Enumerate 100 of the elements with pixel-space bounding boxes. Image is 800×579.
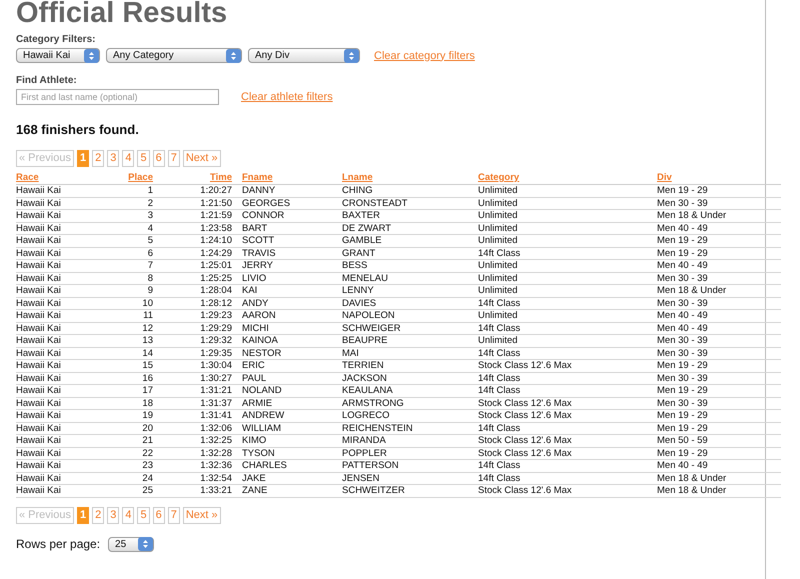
table-cell: 14ft Class bbox=[478, 372, 520, 384]
table-cell: 14ft Class bbox=[478, 385, 520, 396]
column-header-link[interactable]: Category bbox=[478, 172, 520, 183]
table-cell: TRAVIS bbox=[242, 248, 276, 258]
table-cell: 1:29:29 bbox=[200, 322, 232, 334]
page-number-button[interactable]: 7 bbox=[168, 506, 180, 524]
table-cell: Unlimited bbox=[478, 198, 518, 208]
table-cell: Hawaii Kai bbox=[16, 372, 61, 384]
page-number-button[interactable]: 4 bbox=[122, 150, 134, 167]
table-cell: Men 19 - 29 bbox=[657, 235, 708, 246]
page-number-button[interactable]: 1 bbox=[76, 506, 90, 524]
table-cell: Men 19 - 29 bbox=[657, 385, 708, 396]
page-number-button[interactable]: 3 bbox=[107, 506, 120, 524]
next-page-button[interactable]: Next » bbox=[182, 506, 221, 524]
table-cell: BESS bbox=[342, 260, 368, 271]
table-cell: LOGRECO bbox=[342, 410, 390, 421]
table-cell: 1:30:04 bbox=[200, 360, 232, 371]
table-cell: 16 bbox=[142, 372, 153, 384]
table-cell: Men 30 - 39 bbox=[657, 372, 708, 384]
table-cell: CONNOR bbox=[242, 210, 284, 221]
table-cell: Hawaii Kai bbox=[16, 298, 61, 308]
table-cell: Hawaii Kai bbox=[16, 198, 61, 208]
table-cell: Men 19 - 29 bbox=[657, 422, 708, 434]
column-header-link[interactable]: Div bbox=[657, 172, 672, 183]
table-cell: Hawaii Kai bbox=[16, 185, 61, 196]
table-cell: 1:33:21 bbox=[200, 485, 232, 496]
dropdown[interactable]: Any Category bbox=[106, 48, 242, 63]
table-cell: JERRY bbox=[242, 260, 273, 271]
table-cell: 1:32:25 bbox=[200, 435, 232, 446]
table-cell: Hawaii Kai bbox=[16, 360, 61, 371]
table-cell: ANDREW bbox=[242, 410, 284, 421]
table-cell: Men 18 & Under bbox=[657, 485, 726, 496]
table-cell: Men 30 - 39 bbox=[657, 398, 708, 408]
column-header-link[interactable]: Time bbox=[210, 172, 232, 183]
table-cell: 1:24:29 bbox=[200, 248, 232, 258]
table-cell: LENNY bbox=[342, 285, 374, 296]
table-cell: Hawaii Kai bbox=[16, 460, 61, 471]
table-cell: MICHI bbox=[242, 322, 269, 334]
table-cell: Men 19 - 29 bbox=[657, 248, 708, 258]
table-cell: 1:32:28 bbox=[200, 448, 232, 458]
table-cell: Men 18 & Under bbox=[657, 285, 726, 296]
table-cell: NAPOLEON bbox=[342, 310, 395, 321]
page-number-button[interactable]: 5 bbox=[137, 150, 150, 167]
table-cell: 14 bbox=[142, 348, 153, 358]
table-cell: Stock Class 12'.6 Max bbox=[478, 485, 572, 496]
table-cell: DAVIES bbox=[342, 298, 376, 308]
table-cell: Unlimited bbox=[478, 222, 518, 234]
column-header-link[interactable]: Place bbox=[128, 172, 153, 183]
page-number-button[interactable]: 2 bbox=[92, 150, 104, 167]
table-cell: Unlimited bbox=[478, 235, 518, 246]
table-cell: PATTERSON bbox=[342, 460, 399, 471]
page-number-button[interactable]: 4 bbox=[122, 506, 134, 524]
table-cell: 1:32:54 bbox=[200, 472, 232, 484]
table-cell: 1:30:27 bbox=[200, 372, 232, 384]
table-cell: 1:31:41 bbox=[200, 410, 232, 421]
table-cell: Men 18 & Under bbox=[657, 472, 726, 484]
table-cell: GRANT bbox=[342, 248, 376, 258]
table-cell: CRONSTEADT bbox=[342, 198, 408, 208]
column-header-link[interactable]: Fname bbox=[242, 172, 273, 183]
table-cell: 14ft Class bbox=[478, 422, 520, 434]
dropdown[interactable]: Hawaii Kai bbox=[16, 48, 100, 63]
page-number-button[interactable]: 2 bbox=[92, 506, 104, 524]
page-number-button[interactable]: 6 bbox=[152, 150, 165, 167]
dropdown[interactable]: Any Div bbox=[248, 48, 360, 63]
table-cell: Hawaii Kai bbox=[16, 285, 61, 296]
table-cell: 2 bbox=[148, 198, 153, 208]
page-number-button[interactable]: 7 bbox=[168, 150, 180, 167]
page-title: Official Results bbox=[16, 0, 228, 26]
column-header-link[interactable]: Race bbox=[16, 172, 39, 183]
table-cell: Hawaii Kai bbox=[16, 260, 61, 271]
table-cell: 22 bbox=[142, 448, 153, 458]
athlete-search-field[interactable]: First and last name (optional) bbox=[16, 89, 219, 105]
table-cell: LIVIO bbox=[242, 272, 266, 284]
page-number-button[interactable]: 3 bbox=[107, 150, 120, 167]
clear-athlete-link[interactable]: Clear athlete filters bbox=[241, 91, 333, 103]
column-header-link[interactable]: Lname bbox=[342, 172, 373, 183]
table-cell: Hawaii Kai bbox=[16, 248, 61, 258]
table-cell: Men 18 & Under bbox=[657, 210, 726, 221]
table-cell: KEAULANA bbox=[342, 385, 393, 396]
table-cell: REICHENSTEIN bbox=[342, 422, 413, 434]
table-cell: Unlimited bbox=[478, 310, 518, 321]
page-number-button[interactable]: 6 bbox=[152, 506, 165, 524]
table-cell: SCHWEITZER bbox=[342, 485, 405, 496]
stepper-icon bbox=[84, 48, 99, 62]
rows-per-page-dropdown[interactable]: 25 bbox=[108, 536, 154, 552]
table-cell: 15 bbox=[142, 360, 153, 371]
clear-category-link[interactable]: Clear category filters bbox=[374, 50, 475, 62]
table-cell: 13 bbox=[142, 335, 153, 346]
table-cell: 1:29:23 bbox=[200, 310, 232, 321]
table-cell: 1:24:10 bbox=[200, 235, 232, 246]
table-cell: 1:29:35 bbox=[200, 348, 232, 358]
table-cell: Men 40 - 49 bbox=[657, 260, 708, 271]
table-cell: Hawaii Kai bbox=[16, 335, 61, 346]
table-cell: Hawaii Kai bbox=[16, 448, 61, 458]
page-number-button[interactable]: 5 bbox=[137, 506, 150, 524]
page-number-button[interactable]: 1 bbox=[76, 150, 90, 167]
table-cell: TYSON bbox=[242, 448, 275, 458]
table-cell: KIMO bbox=[242, 435, 266, 446]
table-cell: Unlimited bbox=[478, 260, 518, 271]
next-page-button[interactable]: Next » bbox=[182, 150, 221, 167]
